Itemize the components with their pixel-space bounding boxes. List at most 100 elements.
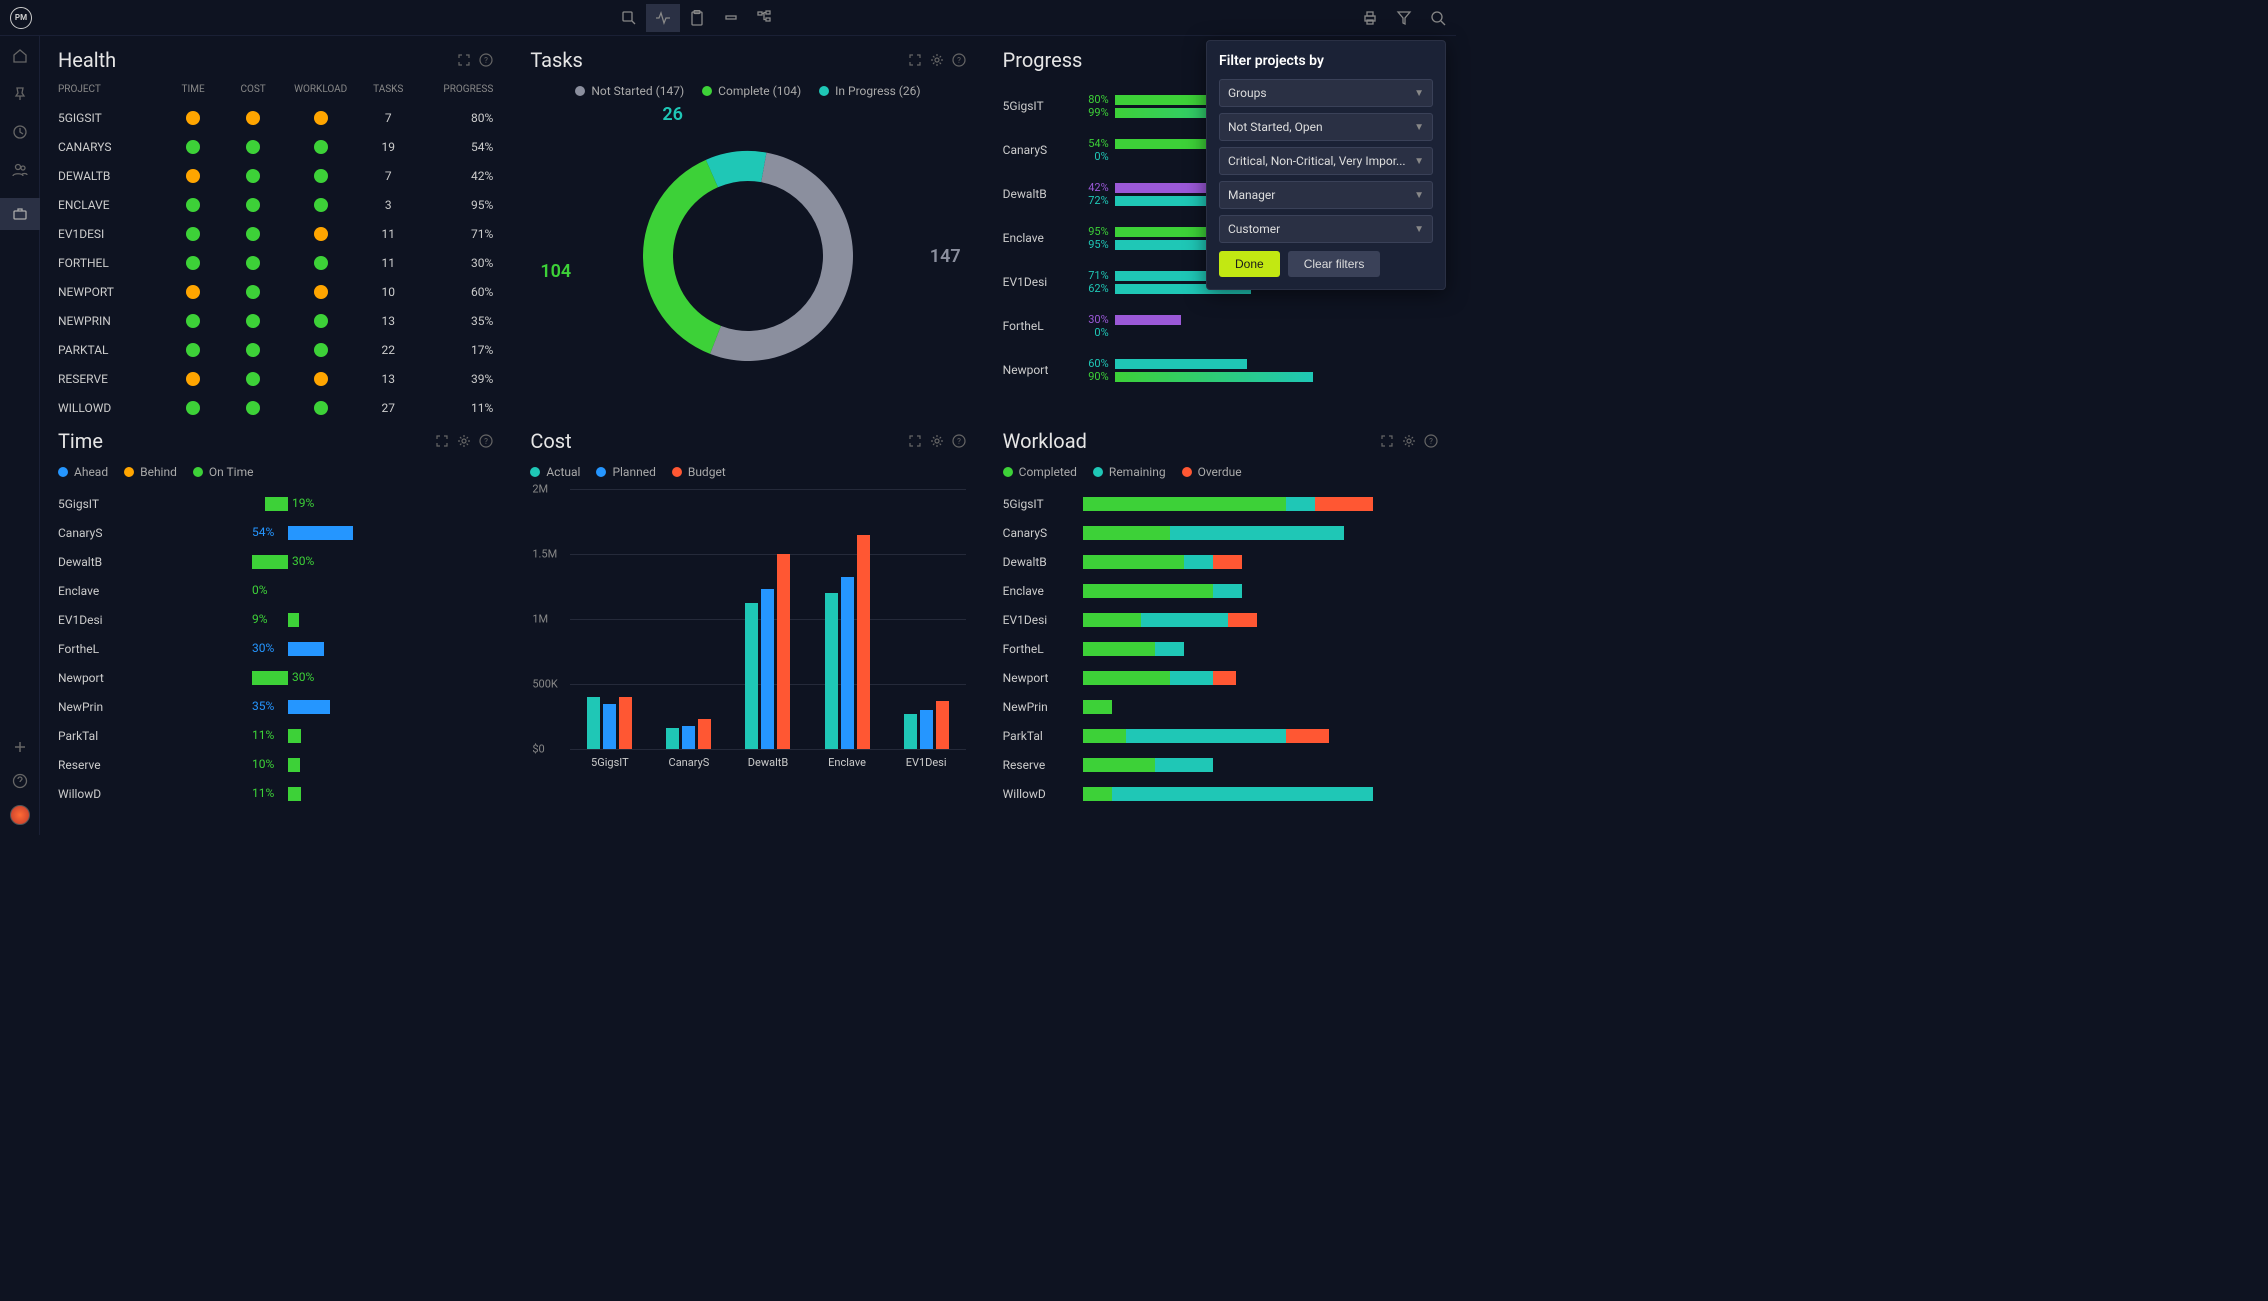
print-icon[interactable] [1362,10,1378,26]
home-icon[interactable] [10,46,30,66]
project-cell: WILLOWD [58,401,163,415]
filter-select[interactable]: Groups▼ [1219,79,1433,107]
clear-filters-button[interactable]: Clear filters [1288,251,1381,277]
progress-pct: 42% [1073,181,1109,194]
project-cell: RESERVE [58,372,163,386]
progress-project: DewaltB [1003,187,1073,201]
legend-item: Overdue [1182,465,1242,479]
expand-icon[interactable] [908,434,922,448]
help-icon[interactable]: ? [1424,434,1438,448]
workload-completed [1083,555,1185,569]
health-panel: Health ? PROJECT TIME COST WORKLOAD TASK… [40,36,511,416]
time-bar [288,526,353,540]
avatar[interactable] [10,805,30,825]
progress-title: Progress [1003,48,1083,72]
workload-project: NewPrin [1003,700,1083,714]
donut-label-complete: 104 [540,261,571,282]
workload-dot [314,227,328,241]
workload-project: FortheL [1003,642,1083,656]
cost-chart: 2M1.5M1M500K$0 5GigsIT CanaryS DewaltB E… [570,489,965,769]
done-button[interactable]: Done [1219,251,1280,277]
expand-icon[interactable] [457,53,471,67]
health-row[interactable]: ENCLAVE 3 95% [58,190,493,219]
cost-bar-actual [666,728,679,749]
expand-icon[interactable] [435,434,449,448]
health-row[interactable]: DEWALTB 7 42% [58,161,493,190]
workload-remaining [1112,787,1373,801]
progress-project: 5GigsIT [1003,99,1073,113]
help-icon[interactable]: ? [952,434,966,448]
expand-icon[interactable] [1380,434,1394,448]
workload-legend: CompletedRemainingOverdue [1003,465,1438,479]
health-row[interactable]: PARKTAL 22 17% [58,335,493,364]
time-pct: 30% [252,641,274,655]
filter-icon[interactable] [1396,10,1412,26]
project-cell: ENCLAVE [58,198,163,212]
cost-bar-budget [619,697,632,749]
cost-xlabel: DewaltB [748,756,788,769]
health-row[interactable]: CANARYS 19 54% [58,132,493,161]
help-icon[interactable] [10,771,30,791]
workload-row: CanaryS [1003,518,1438,547]
minus-icon[interactable] [714,4,748,32]
workload-completed [1083,613,1141,627]
health-row[interactable]: NEWPORT 10 60% [58,277,493,306]
time-dot [186,372,200,386]
flow-icon[interactable] [748,4,782,32]
legend-item: In Progress (26) [819,84,920,98]
search-icon[interactable] [1430,10,1446,26]
plus-icon[interactable] [10,737,30,757]
time-bar [265,497,288,511]
sidebar [0,36,40,835]
clipboard-icon[interactable] [680,4,714,32]
clock-icon[interactable] [10,122,30,142]
help-icon[interactable]: ? [479,53,493,67]
progress-cell: 30% [418,256,493,270]
filter-select[interactable]: Critical, Non-Critical, Very Impor...▼ [1219,147,1433,175]
filter-select[interactable]: Not Started, Open▼ [1219,113,1433,141]
help-icon[interactable]: ? [479,434,493,448]
legend-item: Behind [124,465,177,479]
logo[interactable]: PM [10,7,32,29]
progress-project: CanaryS [1003,143,1073,157]
progress-pct: 0% [1073,150,1109,163]
gear-icon[interactable] [930,434,944,448]
expand-icon[interactable] [908,53,922,67]
legend-item: Budget [672,465,726,479]
time-row: Newport 30% [58,663,493,692]
health-row[interactable]: FORTHEL 11 30% [58,248,493,277]
time-dot [186,314,200,328]
progress-pct: 80% [1073,93,1109,106]
zoom-icon[interactable] [612,4,646,32]
cost-dot [246,256,260,270]
health-row[interactable]: EV1DESI 11 71% [58,219,493,248]
gear-icon[interactable] [930,53,944,67]
workload-remaining [1286,497,1315,511]
workload-remaining [1155,642,1184,656]
cost-dot [246,314,260,328]
progress-pct: 54% [1073,137,1109,150]
filter-select[interactable]: Manager▼ [1219,181,1433,209]
pin-icon[interactable] [10,84,30,104]
people-icon[interactable] [10,160,30,180]
time-panel: Time ? AheadBehindOn Time 5GigsIT 19% Ca… [40,417,511,835]
topbar-center [32,4,1362,32]
health-row[interactable]: RESERVE 13 39% [58,364,493,393]
workload-project: EV1Desi [1003,613,1083,627]
filter-select[interactable]: Customer▼ [1219,215,1433,243]
progress-cell: 42% [418,169,493,183]
progress-pct: 90% [1073,370,1109,383]
health-row[interactable]: NEWPRIN 13 35% [58,306,493,335]
pulse-icon[interactable] [646,4,680,32]
workload-project: DewaltB [1003,555,1083,569]
health-row[interactable]: 5GIGSIT 7 80% [58,103,493,132]
briefcase-icon[interactable] [0,198,40,230]
gear-icon[interactable] [457,434,471,448]
cost-bar-actual [825,593,838,749]
workload-dot [314,314,328,328]
help-icon[interactable]: ? [952,53,966,67]
time-project: CanaryS [58,526,128,540]
time-bar [252,671,288,685]
gear-icon[interactable] [1402,434,1416,448]
health-row[interactable]: WILLOWD 27 11% [58,393,493,416]
